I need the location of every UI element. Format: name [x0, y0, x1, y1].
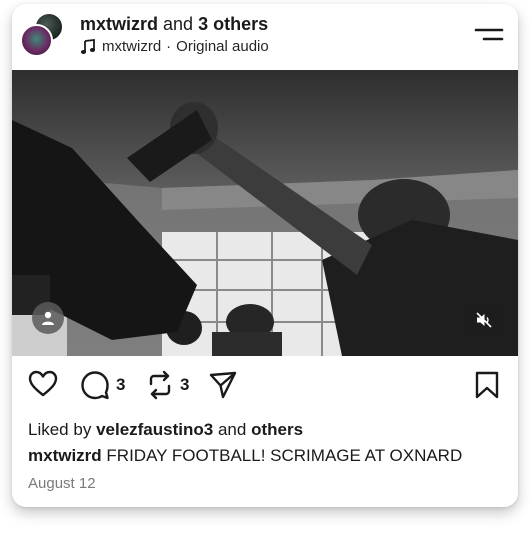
send-icon: [209, 371, 237, 399]
comment-button[interactable]: 3: [80, 370, 125, 400]
avatar[interactable]: [20, 24, 53, 57]
caption-text: FRIDAY FOOTBALL! SCRIMAGE AT OXNARD: [106, 446, 463, 465]
repost-count: 3: [180, 375, 190, 394]
menu-icon: [474, 28, 504, 41]
post-caption: mxtwizrd FRIDAY FOOTBALL! SCRIMAGE AT OX…: [28, 446, 462, 466]
liked-by-user-link[interactable]: velezfaustino3: [96, 420, 213, 439]
speaker-muted-icon: [476, 312, 492, 328]
post-header: mxtwizrd and 3 others mxtwizrd · Origina…: [12, 4, 518, 70]
post-authors: mxtwizrd and 3 others: [80, 14, 268, 35]
menu-button[interactable]: [474, 24, 504, 46]
post-card: mxtwizrd and 3 others mxtwizrd · Origina…: [12, 4, 518, 507]
others-link[interactable]: 3 others: [198, 14, 268, 34]
tagged-users-button[interactable]: [32, 302, 64, 334]
music-note-icon: [80, 38, 96, 54]
person-icon: [42, 311, 54, 325]
video-frame: [12, 70, 518, 356]
audio-separator: ·: [166, 38, 172, 55]
liked-by-and: and: [217, 420, 247, 439]
comment-count: 3: [116, 375, 126, 394]
share-button[interactable]: [208, 370, 238, 400]
caption-author-link[interactable]: mxtwizrd: [28, 446, 102, 465]
author-link[interactable]: mxtwizrd: [80, 14, 158, 34]
liked-by-others-link[interactable]: others: [251, 420, 303, 439]
post-video[interactable]: [12, 70, 518, 356]
save-button[interactable]: [474, 370, 500, 400]
liked-by-prefix: Liked by: [28, 420, 92, 439]
audio-link[interactable]: mxtwizrd · Original audio: [80, 38, 269, 55]
avatar-stack[interactable]: [20, 12, 64, 58]
repost-icon: [149, 370, 171, 400]
repost-button[interactable]: 3: [146, 370, 189, 400]
post-actions: 3 3: [12, 356, 518, 416]
authors-and-text: and: [163, 14, 194, 34]
heart-icon: [28, 370, 58, 397]
bookmark-icon: [475, 371, 499, 399]
liked-by: Liked by velezfaustino3 and others: [28, 420, 303, 440]
post-date: August 12: [28, 475, 96, 492]
like-button[interactable]: [28, 370, 58, 398]
audio-title: Original audio: [176, 38, 269, 55]
audio-artist: mxtwizrd: [102, 38, 162, 55]
mute-button[interactable]: [468, 304, 500, 336]
comment-bubble-icon: [81, 371, 109, 400]
